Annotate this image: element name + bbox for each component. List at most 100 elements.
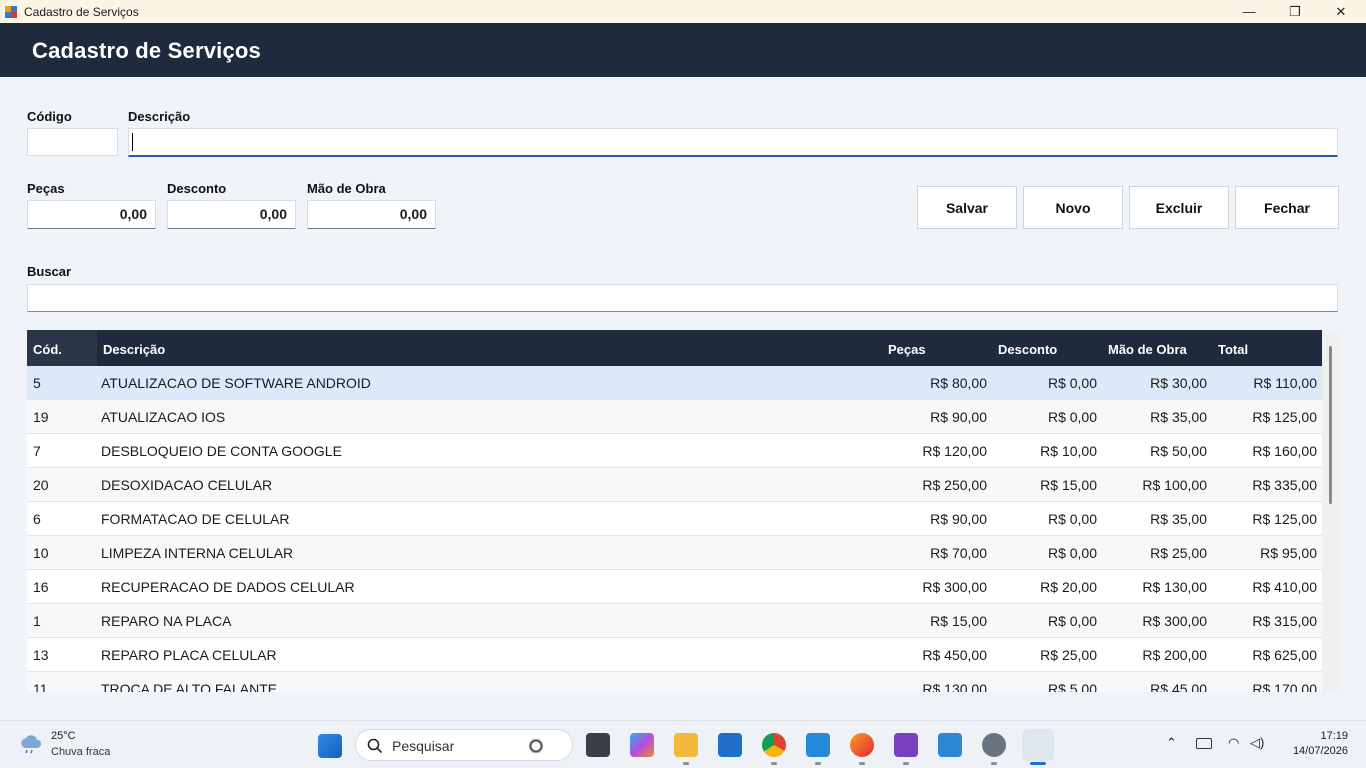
- cell-mao-de-obra: R$ 25,00: [1150, 545, 1207, 561]
- volume-icon[interactable]: ◁): [1250, 735, 1264, 751]
- table-row[interactable]: 13 REPARO PLACA CELULAR R$ 450,00 R$ 25,00 R…: [27, 638, 1322, 672]
- firefox-icon[interactable]: [850, 733, 874, 757]
- maximize-button[interactable]: ❐: [1272, 0, 1318, 23]
- novo-button[interactable]: Novo: [1023, 186, 1123, 229]
- grid-scrollbar-thumb[interactable]: [1329, 346, 1332, 504]
- chevron-up-icon[interactable]: ⌃: [1166, 735, 1177, 751]
- fechar-button[interactable]: Fechar: [1235, 186, 1339, 229]
- chrome-icon[interactable]: [762, 733, 786, 757]
- visual-studio-icon[interactable]: [894, 733, 918, 757]
- cell-descricao: TROCA DE ALTO FALANTE: [101, 681, 278, 692]
- col-total[interactable]: Total: [1218, 342, 1248, 357]
- cell-desconto: R$ 20,00: [1040, 579, 1097, 595]
- cell-codigo: 7: [33, 443, 41, 459]
- col-desconto[interactable]: Desconto: [998, 342, 1057, 357]
- keyboard-icon[interactable]: [1196, 738, 1212, 749]
- cell-desconto: R$ 10,00: [1040, 443, 1097, 459]
- col-pecas[interactable]: Peças: [888, 342, 926, 357]
- buscar-field[interactable]: [27, 284, 1338, 312]
- cell-pecas: R$ 15,00: [930, 613, 987, 629]
- cell-mao-de-obra: R$ 50,00: [1150, 443, 1207, 459]
- codigo-label: Código: [27, 109, 72, 124]
- microsoft-store-icon[interactable]: [718, 733, 742, 757]
- cell-desconto: R$ 0,00: [1047, 511, 1097, 527]
- table-row[interactable]: 1 REPARO NA PLACA R$ 15,00 R$ 0,00 R$ 300,00…: [27, 604, 1322, 638]
- desconto-field[interactable]: 0,00: [167, 200, 296, 229]
- table-row[interactable]: 10 LIMPEZA INTERNA CELULAR R$ 70,00 R$ 0,00…: [27, 536, 1322, 570]
- vscode-icon[interactable]: [806, 733, 830, 757]
- cell-total: R$ 95,00: [1260, 545, 1317, 561]
- desconto-label: Desconto: [167, 181, 227, 196]
- col-mao-de-obra[interactable]: Mão de Obra: [1108, 342, 1187, 357]
- cell-pecas: R$ 80,00: [930, 375, 987, 391]
- cell-descricao: ATUALIZACAO IOS: [101, 409, 226, 425]
- taskbar-search[interactable]: Pesquisar: [355, 729, 573, 761]
- window-title: Cadastro de Serviços: [24, 4, 139, 19]
- wifi-icon[interactable]: ◠: [1228, 735, 1239, 751]
- weather-temp[interactable]: 25°C: [51, 730, 76, 742]
- cell-codigo: 10: [33, 545, 49, 561]
- cell-desconto: R$ 15,00: [1040, 477, 1097, 493]
- table-row[interactable]: 11 TROCA DE ALTO FALANTE R$ 130,00 R$ 5,00 R…: [27, 672, 1322, 692]
- table-row[interactable]: 6 FORMATACAO DE CELULAR R$ 90,00 R$ 0,00 R$ …: [27, 502, 1322, 536]
- col-codigo[interactable]: Cód.: [33, 342, 62, 357]
- codigo-field[interactable]: [27, 128, 118, 156]
- cell-total: R$ 315,00: [1252, 613, 1317, 629]
- close-button[interactable]: ✕: [1318, 0, 1364, 23]
- settings-gear-icon[interactable]: [982, 733, 1006, 757]
- notepad-icon[interactable]: [938, 733, 962, 757]
- clock[interactable]: 17:19 14/07/2026: [1280, 730, 1348, 757]
- app-icon: [5, 5, 17, 18]
- cell-mao-de-obra: R$ 100,00: [1142, 477, 1207, 493]
- cell-mao-de-obra: R$ 35,00: [1150, 511, 1207, 527]
- running-indicator: [815, 762, 821, 765]
- mao-de-obra-field[interactable]: 0,00: [307, 200, 436, 229]
- running-indicator: [683, 762, 689, 765]
- col-descricao[interactable]: Descrição: [103, 342, 165, 357]
- cell-descricao: RECUPERACAO DE DADOS CELULAR: [101, 579, 355, 595]
- table-row[interactable]: 16 RECUPERACAO DE DADOS CELULAR R$ 300,00 R…: [27, 570, 1322, 604]
- weather-condition[interactable]: Chuva fraca: [51, 746, 110, 758]
- cell-total: R$ 125,00: [1252, 511, 1317, 527]
- file-explorer-icon[interactable]: [674, 733, 698, 757]
- cell-desconto: R$ 5,00: [1047, 681, 1097, 692]
- grid-header: Cód. Descrição Peças Desconto Mão de Obr…: [27, 330, 1322, 366]
- pecas-field[interactable]: 0,00: [27, 200, 156, 229]
- mao-de-obra-label: Mão de Obra: [307, 181, 386, 196]
- taskbar: 25°C Chuva fraca Pesquisar ⌃ ◠ ◁) 17:19 …: [0, 720, 1366, 768]
- rain-cloud-icon[interactable]: [18, 733, 44, 755]
- cell-pecas: R$ 90,00: [930, 511, 987, 527]
- cell-pecas: R$ 90,00: [930, 409, 987, 425]
- page-title: Cadastro de Serviços: [32, 38, 261, 63]
- cell-descricao: REPARO PLACA CELULAR: [101, 647, 277, 663]
- running-indicator: [903, 762, 909, 765]
- cell-pecas: R$ 450,00: [922, 647, 987, 663]
- buscar-label: Buscar: [27, 264, 72, 279]
- excluir-button[interactable]: Excluir: [1129, 186, 1229, 229]
- cell-mao-de-obra: R$ 300,00: [1142, 613, 1207, 629]
- cell-total: R$ 335,00: [1252, 477, 1317, 493]
- cell-pecas: R$ 120,00: [922, 443, 987, 459]
- descricao-field[interactable]: [128, 128, 1338, 157]
- copilot-icon[interactable]: [630, 733, 654, 757]
- salvar-button[interactable]: Salvar: [917, 186, 1017, 229]
- cell-codigo: 6: [33, 511, 41, 527]
- task-view-icon[interactable]: [586, 733, 610, 757]
- cell-pecas: R$ 250,00: [922, 477, 987, 493]
- cell-desconto: R$ 25,00: [1040, 647, 1097, 663]
- cell-codigo: 1: [33, 613, 41, 629]
- cell-descricao: FORMATACAO DE CELULAR: [101, 511, 290, 527]
- active-indicator: [1030, 762, 1046, 765]
- cell-desconto: R$ 0,00: [1047, 613, 1097, 629]
- table-row[interactable]: 19 ATUALIZACAO IOS R$ 90,00 R$ 0,00 R$ 35,00…: [27, 400, 1322, 434]
- start-icon[interactable]: [318, 734, 342, 758]
- active-app-icon[interactable]: [1022, 729, 1054, 761]
- cell-mao-de-obra: R$ 35,00: [1150, 409, 1207, 425]
- table-row[interactable]: 7 DESBLOQUEIO DE CONTA GOOGLE R$ 120,00 R$ …: [27, 434, 1322, 468]
- cell-total: R$ 160,00: [1252, 443, 1317, 459]
- search-placeholder: Pesquisar: [392, 738, 455, 754]
- table-row[interactable]: 20 DESOXIDACAO CELULAR R$ 250,00 R$ 15,00 R$…: [27, 468, 1322, 502]
- table-row[interactable]: 5 ATUALIZACAO DE SOFTWARE ANDROID R$ 80,00…: [27, 366, 1322, 400]
- minimize-button[interactable]: —: [1226, 0, 1272, 23]
- services-grid: Cód. Descrição Peças Desconto Mão de Obr…: [27, 330, 1322, 692]
